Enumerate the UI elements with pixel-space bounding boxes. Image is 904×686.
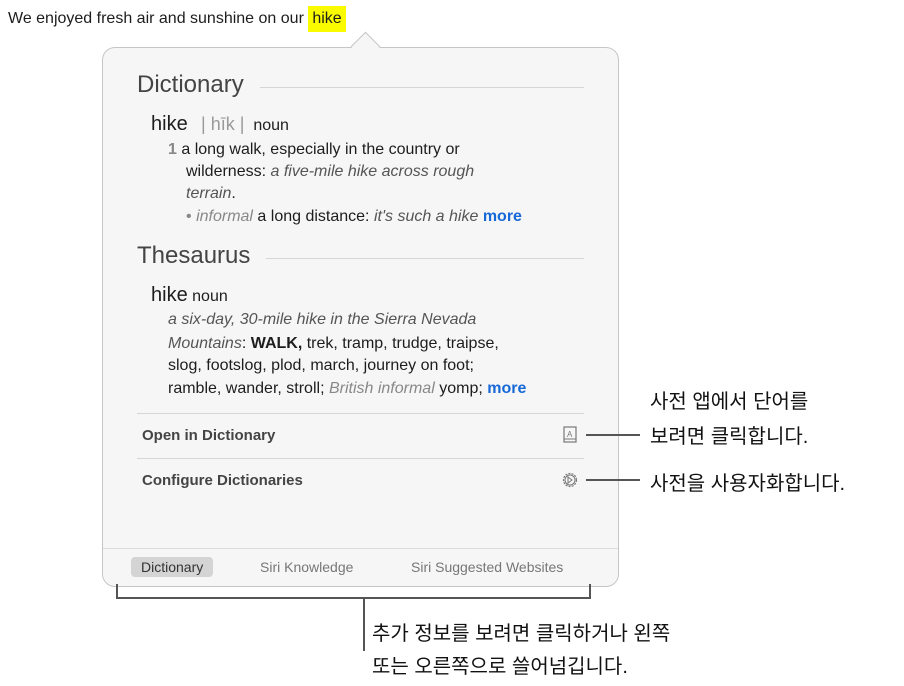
synonym-line: Mountains: WALK, trek, tramp, trudge, tr… (168, 335, 499, 353)
sentence: We enjoyed fresh air and sunshine on our… (8, 6, 346, 32)
bracket (116, 597, 591, 599)
callout-text: 보려면 클릭합니다. (650, 426, 809, 448)
svg-text:A: A (567, 430, 573, 439)
example-text: a five-mile hike across rough (270, 163, 475, 180)
bullet: • (186, 208, 192, 225)
colon: : (241, 335, 251, 352)
definition-line: terrain. (186, 185, 236, 203)
configure-dictionaries-button[interactable]: Configure Dictionaries (137, 459, 584, 502)
headword: hike (151, 113, 188, 135)
callout-text: 사전 앱에서 단어를 (650, 391, 809, 413)
definition-line: 1 a long walk, especially in the country… (168, 141, 460, 159)
thesaurus-entry-header: hike noun (151, 284, 228, 307)
part-of-speech: noun (253, 117, 289, 134)
callout-line (586, 434, 640, 436)
thesaurus-heading: Thesaurus (137, 242, 251, 269)
definition-text: wilderness: (186, 163, 271, 180)
example-text: a six-day, 30-mile hike in the Sierra Ne… (168, 311, 477, 328)
register-label: informal (196, 208, 253, 225)
callout-text: 또는 오른쪽으로 쓸어넘깁니다. (372, 656, 628, 678)
sense-number: 1 (168, 141, 177, 158)
more-link[interactable]: more (483, 208, 522, 225)
pronunciation: | hīk | (201, 114, 245, 134)
sentence-text: We enjoyed fresh air and sunshine on our (8, 10, 309, 27)
dictionary-heading: Dictionary (137, 71, 244, 98)
action-label: Open in Dictionary (142, 427, 276, 444)
subsense-line: • informal a long distance: it's such a … (186, 208, 522, 226)
callout-line (586, 479, 640, 481)
gear-icon (562, 472, 578, 488)
register-label: British informal (328, 380, 435, 397)
example-text: Mountains (168, 335, 242, 352)
callout-text: 사전을 사용자화합니다. (650, 473, 846, 495)
divider (260, 87, 584, 88)
synonyms: ramble, wander, stroll; (168, 380, 329, 397)
open-in-dictionary-button[interactable]: Open in Dictionary A (137, 414, 584, 457)
example-text: terrain (186, 185, 232, 202)
part-of-speech: noun (192, 288, 228, 305)
tab-bar-divider (103, 548, 618, 549)
core-synonym: WALK, (250, 335, 303, 352)
definition-line: wilderness: a five-mile hike across roug… (186, 163, 474, 181)
callout-text: 추가 정보를 보려면 클릭하거나 왼쪽 (372, 623, 671, 645)
dictionary-book-icon: A (563, 426, 577, 443)
definition-text: a long walk, especially in the country o… (181, 141, 460, 158)
action-label: Configure Dictionaries (142, 472, 303, 489)
period: . (231, 185, 236, 202)
tab-siri-knowledge[interactable]: Siri Knowledge (260, 559, 353, 575)
tab-siri-suggested-websites[interactable]: Siri Suggested Websites (411, 559, 563, 575)
synonyms: slog, footslog, plod, march, journey on … (168, 357, 474, 374)
example-text: it's such a hike (373, 208, 483, 225)
divider (266, 258, 584, 259)
more-link[interactable]: more (487, 380, 526, 397)
synonym-line: ramble, wander, stroll; British informal… (168, 380, 526, 398)
headword: hike (151, 284, 188, 306)
tab-dictionary[interactable]: Dictionary (131, 557, 214, 577)
dictionary-entry-header: hike | hīk | noun (151, 113, 289, 136)
synonyms: trek, tramp, trudge, traipse, (302, 335, 499, 352)
callout-line (363, 597, 365, 651)
highlighted-word[interactable]: hike (308, 6, 346, 32)
synonyms: yomp; (434, 380, 488, 397)
definition-text: a long distance: (252, 208, 374, 225)
